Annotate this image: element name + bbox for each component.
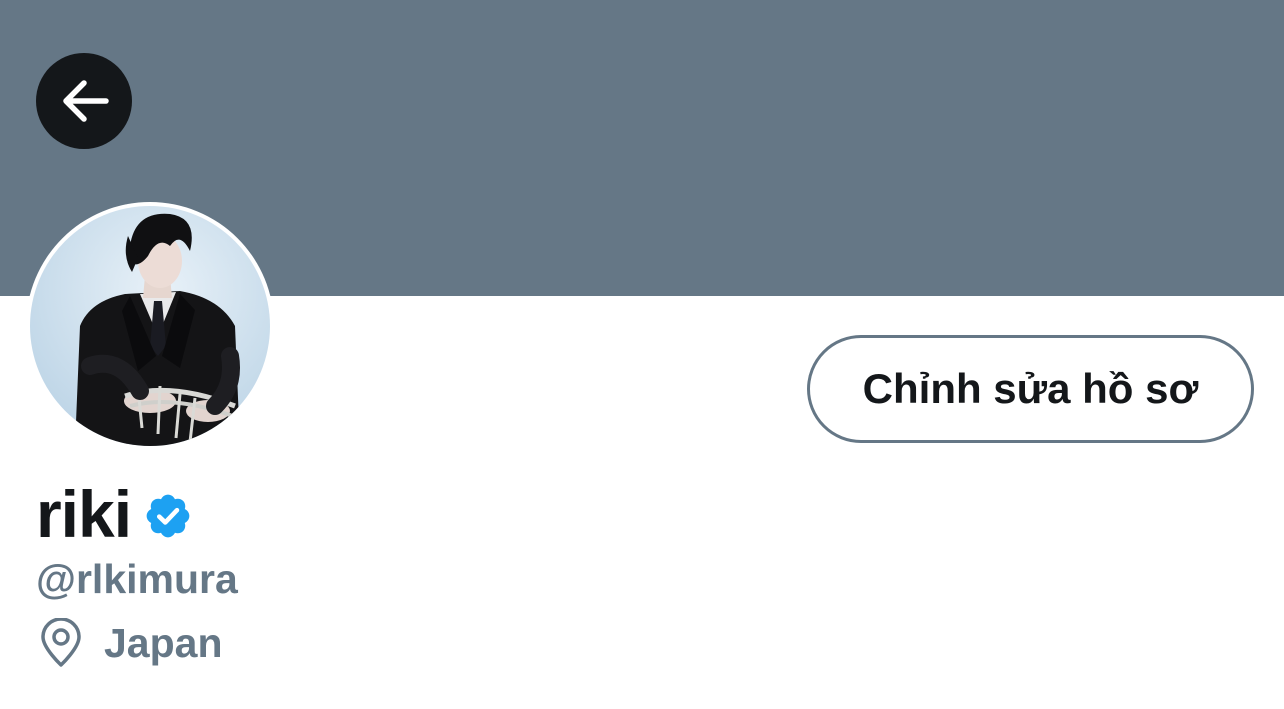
name-row: riki <box>36 478 193 550</box>
back-button[interactable] <box>36 53 132 149</box>
map-pin-icon <box>41 618 81 667</box>
location-text: Japan <box>104 619 223 666</box>
user-handle: @rlkimura <box>36 556 238 602</box>
arrow-left-icon <box>63 80 109 122</box>
display-name: riki <box>36 477 132 551</box>
edit-profile-label: Chỉnh sửa hồ sơ <box>862 365 1199 412</box>
location-row: Japan <box>38 617 223 669</box>
verified-badge-icon <box>146 494 190 538</box>
avatar[interactable] <box>30 206 270 446</box>
avatar-frame <box>26 202 274 450</box>
profile-screen: Chỉnh sửa hồ sơ riki @rlkimura Japan <box>0 0 1284 709</box>
edit-profile-button[interactable]: Chỉnh sửa hồ sơ <box>807 335 1254 443</box>
